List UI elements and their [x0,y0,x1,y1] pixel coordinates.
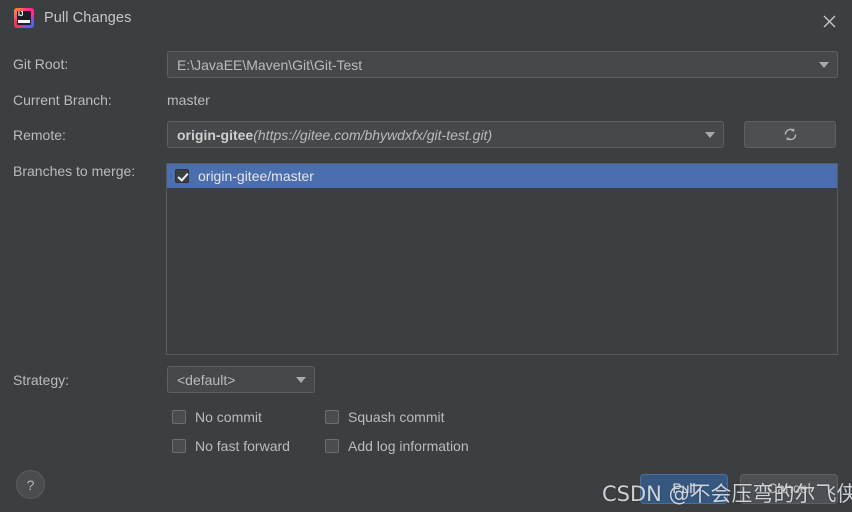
no-fast-forward-option[interactable]: No fast forward [172,438,290,454]
branches-to-merge-label: Branches to merge: [13,163,136,179]
current-branch-value: master [167,92,210,108]
help-button[interactable]: ? [16,470,45,499]
add-log-information-option[interactable]: Add log information [325,438,469,454]
remote-combobox[interactable]: origin-gitee(https://gitee.com/bhywdxfx/… [167,121,724,148]
git-root-value: E:\JavaEE\Maven\Git\Git-Test [177,56,363,73]
pull-button[interactable]: Pull [640,474,728,504]
git-root-combobox[interactable]: E:\JavaEE\Maven\Git\Git-Test [167,51,838,78]
no-commit-label: No commit [195,409,262,425]
no-commit-checkbox[interactable] [172,410,186,424]
no-commit-option[interactable]: No commit [172,409,262,425]
intellij-idea-icon: IJ [14,8,34,28]
no-fast-forward-checkbox[interactable] [172,439,186,453]
add-log-information-checkbox[interactable] [325,439,339,453]
intellij-idea-icon-bar [18,20,30,23]
chevron-down-icon [296,376,306,383]
help-icon: ? [26,476,35,493]
current-branch-label: Current Branch: [13,92,112,108]
title-bar-left: IJ Pull Changes [14,8,131,28]
branch-checkbox[interactable] [175,169,189,183]
window-title: Pull Changes [44,10,132,26]
squash-commit-checkbox[interactable] [325,410,339,424]
remote-name: origin-gitee [177,126,254,143]
git-root-label: Git Root: [13,56,69,72]
branch-name: origin-gitee/master [198,168,314,184]
strategy-combobox[interactable]: <default> [167,366,315,393]
close-icon [823,15,835,27]
git-root-dropdown-arrow[interactable] [811,61,837,68]
remote-value: origin-gitee(https://gitee.com/bhywdxfx/… [168,127,697,143]
remote-url: (https://gitee.com/bhywdxfx/git-test.git… [253,126,493,143]
squash-commit-option[interactable]: Squash commit [325,409,444,425]
strategy-label: Strategy: [13,372,70,388]
strategy-dropdown-arrow[interactable] [288,376,314,383]
list-item[interactable]: origin-gitee/master [167,164,837,188]
no-fast-forward-label: No fast forward [195,438,290,454]
chevron-down-icon [705,131,715,138]
strategy-value: <default> [177,371,236,388]
refresh-remotes-button[interactable] [744,121,836,148]
remote-dropdown-arrow[interactable] [697,131,723,138]
close-button[interactable] [816,8,842,34]
add-log-information-label: Add log information [348,438,469,454]
remote-label: Remote: [13,127,66,143]
squash-commit-label: Squash commit [348,409,445,425]
branches-to-merge-list[interactable]: origin-gitee/master [166,163,838,355]
cancel-button[interactable]: Cancel [740,474,838,504]
title-bar: IJ Pull Changes [0,0,852,40]
refresh-icon [784,128,796,141]
chevron-down-icon [819,61,829,68]
